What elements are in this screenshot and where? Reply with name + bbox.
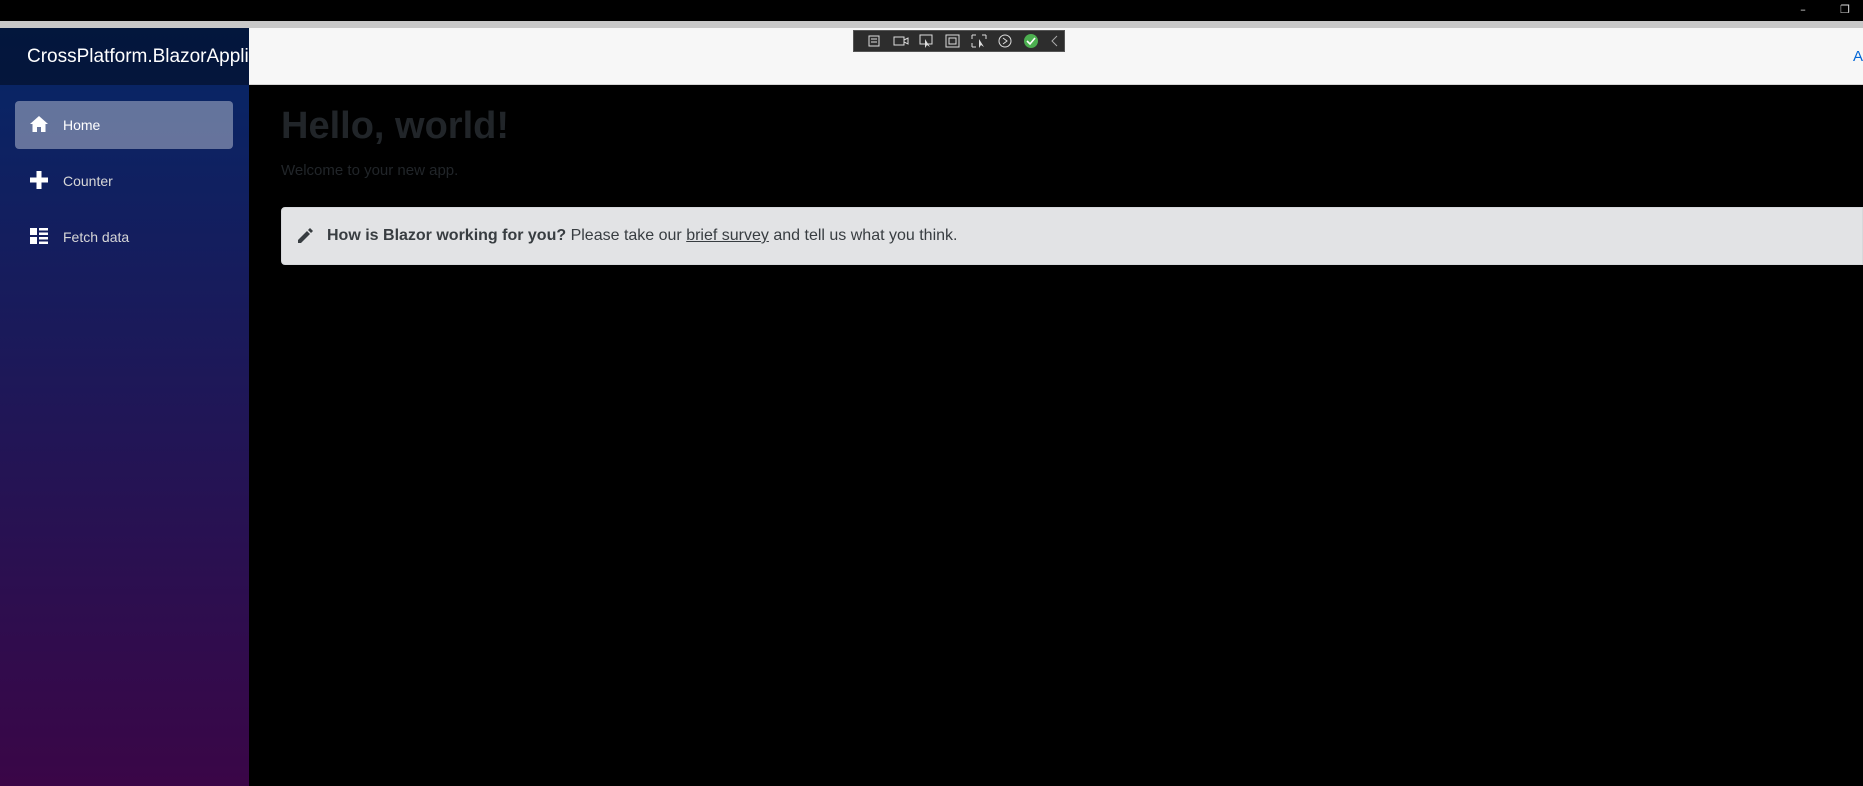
survey-alert: How is Blazor working for you? Please ta… [281, 207, 1863, 265]
app-brand[interactable]: CrossPlatform.BlazorApplicat [27, 46, 249, 68]
survey-before-link: Please take our [566, 227, 687, 244]
about-link[interactable]: A [1853, 48, 1863, 65]
status-ok-icon [1024, 34, 1038, 48]
plus-icon [30, 171, 48, 189]
nav-item-counter[interactable]: Counter [15, 157, 233, 205]
list-icon [30, 228, 48, 244]
survey-question: How is Blazor working for you? [327, 227, 567, 244]
nav-item-label: Home [63, 117, 101, 133]
survey-text: How is Blazor working for you? Please ta… [327, 227, 957, 245]
page-subtitle: Welcome to your new app. [281, 162, 459, 179]
nav-item-home[interactable]: Home [15, 101, 233, 149]
nav-item-label: Fetch data [63, 229, 130, 245]
brief-survey-link[interactable]: brief survey [686, 227, 769, 244]
restore-button[interactable]: ❐ [1835, 1, 1855, 19]
survey-after-link: and tell us what you think. [768, 227, 958, 244]
nav-item-fetch-data[interactable]: Fetch data [15, 213, 233, 261]
layout-adorner-icon[interactable] [944, 33, 962, 49]
collapse-chevron-icon[interactable] [1046, 33, 1064, 49]
sidebar-header: CrossPlatform.BlazorApplicat [0, 28, 249, 85]
page-title: Hello, world! [281, 105, 509, 147]
video-icon[interactable] [892, 33, 910, 49]
window-titlebar: – ❐ [0, 0, 1863, 20]
pencil-icon [298, 228, 313, 243]
xaml-dev-toolbar [853, 30, 1065, 52]
sidebar: CrossPlatform.BlazorApplicat Home Counte… [0, 28, 249, 786]
hot-reload-icon[interactable] [996, 33, 1014, 49]
home-icon [30, 116, 48, 132]
live-tree-icon[interactable] [866, 33, 884, 49]
display-adorners-icon[interactable] [970, 33, 988, 49]
select-element-icon[interactable] [918, 33, 936, 49]
minimize-button[interactable]: – [1793, 1, 1813, 19]
main-content: Hello, world! Welcome to your new app. H… [249, 85, 1863, 786]
nav-item-label: Counter [63, 173, 113, 189]
titlebar-divider [0, 21, 1863, 28]
